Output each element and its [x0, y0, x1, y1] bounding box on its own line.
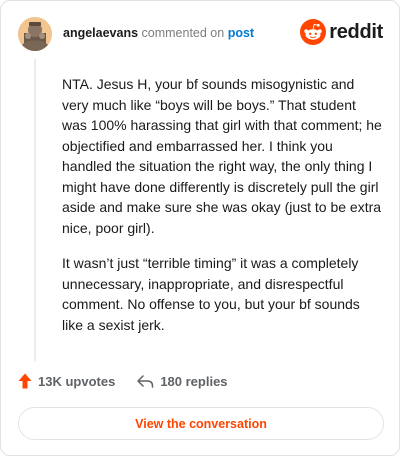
- comment-paragraph: It wasn’t just “terrible timing” it was …: [62, 255, 360, 333]
- reddit-logo[interactable]: reddit: [300, 19, 383, 45]
- comment-footer: 13K upvotes 180 replies: [18, 373, 228, 389]
- action-text: commented on: [141, 26, 225, 40]
- avatar-icon: [18, 17, 52, 51]
- view-conversation-button[interactable]: View the conversation: [18, 407, 384, 440]
- avatar[interactable]: [18, 17, 52, 51]
- upvote-count: 13K upvotes: [38, 373, 116, 389]
- username[interactable]: angelaevans: [63, 26, 138, 40]
- reply-count: 180 replies: [160, 373, 228, 389]
- reply-arrow-icon: [137, 374, 154, 388]
- comment-paragraph: NTA. Jesus H, your bf sounds misogynisti…: [62, 76, 382, 236]
- comment-header: angelaevans commented on post: [63, 26, 254, 40]
- comment-card: angelaevans commented on post reddit NTA…: [0, 0, 400, 456]
- brand-wordmark: reddit: [329, 20, 383, 43]
- upvote-arrow-icon: [18, 373, 32, 389]
- reply-button[interactable]: 180 replies: [137, 373, 228, 389]
- upvote-button[interactable]: 13K upvotes: [18, 373, 115, 389]
- post-link[interactable]: post: [228, 26, 254, 40]
- thread-line: [34, 59, 36, 361]
- reddit-snoo-icon: [300, 19, 327, 45]
- comment-body: NTA. Jesus H, your bf sounds misogynisti…: [62, 74, 384, 350]
